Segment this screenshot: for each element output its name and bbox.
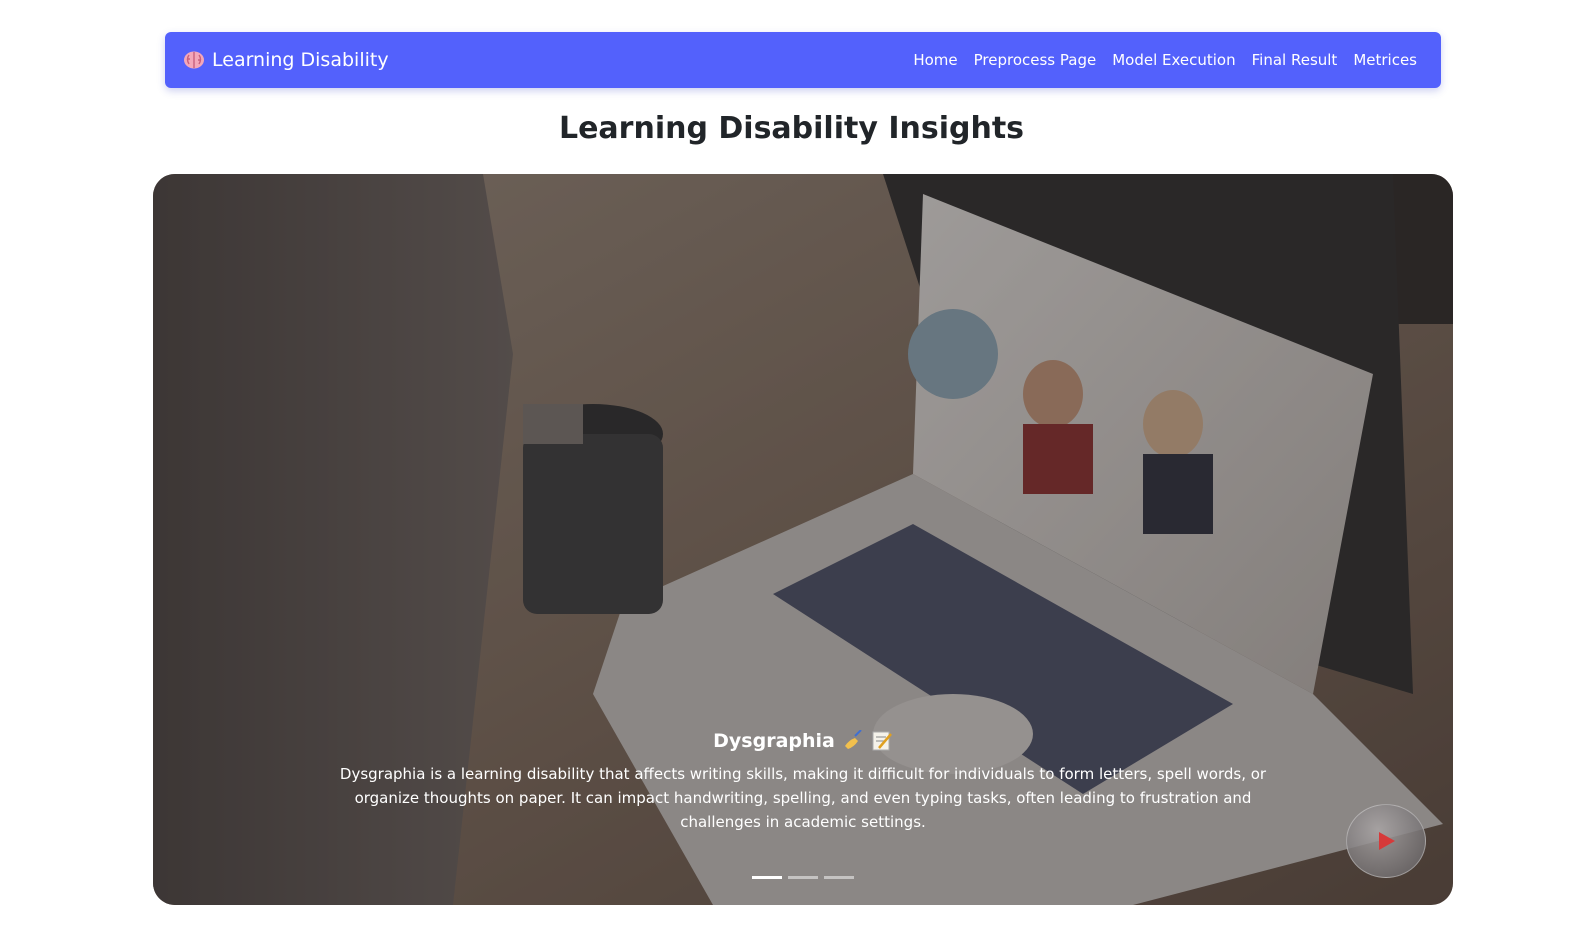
page-title: Learning Disability Insights: [558, 111, 1025, 146]
memo-icon: [872, 731, 892, 751]
nav-link-preprocess[interactable]: Preprocess Page: [974, 51, 1097, 69]
play-icon: [1379, 832, 1395, 850]
image-carousel: Dysgraphia Dysgraphia is a learning disa…: [153, 174, 1453, 905]
brand-name: Learning Disability: [212, 49, 389, 71]
slide-title: Dysgraphia: [333, 730, 1273, 752]
nav-links: Home Preprocess Page Model Execution Fin…: [913, 51, 1417, 69]
slide-title-text: Dysgraphia: [713, 730, 835, 752]
navbar: Learning Disability Home Preprocess Page…: [165, 32, 1441, 88]
brain-icon: [184, 51, 204, 69]
carousel-indicator-3[interactable]: [824, 876, 854, 879]
carousel-indicator-2[interactable]: [788, 876, 818, 879]
carousel-indicator-1[interactable]: [752, 876, 782, 879]
nav-link-final-result[interactable]: Final Result: [1252, 51, 1338, 69]
slide-description: Dysgraphia is a learning disability that…: [339, 765, 1267, 831]
carousel-indicators: [153, 876, 1453, 879]
brand-link[interactable]: Learning Disability: [182, 48, 389, 72]
nav-link-model-execution[interactable]: Model Execution: [1112, 51, 1235, 69]
play-button[interactable]: [1346, 804, 1426, 878]
nav-link-home[interactable]: Home: [913, 51, 957, 69]
slide-caption: Dysgraphia Dysgraphia is a learning disa…: [333, 730, 1273, 834]
writing-hand-icon: [844, 730, 862, 749]
nav-link-metrices[interactable]: Metrices: [1353, 51, 1417, 69]
